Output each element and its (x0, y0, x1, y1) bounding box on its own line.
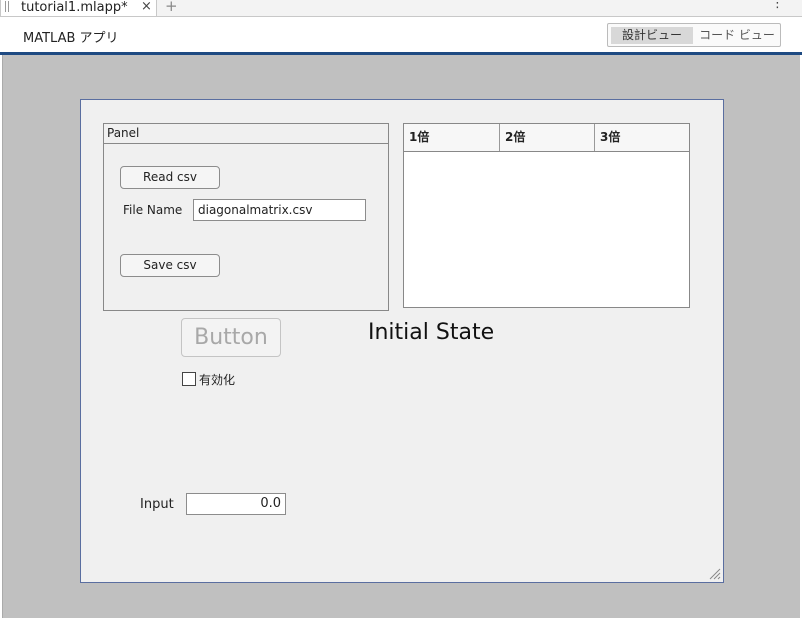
file-name-field[interactable]: diagonalmatrix.csv (193, 199, 366, 221)
more-options-icon[interactable]: ⋮ (771, 0, 784, 11)
tab-tutorial1[interactable]: tutorial1.mlapp* × (0, 0, 157, 17)
file-name-label: File Name (123, 203, 183, 217)
code-view-button[interactable]: コード ビュー (695, 27, 779, 44)
tab-grip-icon (5, 1, 9, 12)
table-header: 1倍 2倍 3倍 (404, 124, 689, 152)
read-csv-button[interactable]: Read csv (120, 166, 220, 189)
resize-grip-icon[interactable] (707, 566, 721, 580)
input-field[interactable]: 0.0 (186, 493, 286, 515)
tab-title: tutorial1.mlapp* (21, 0, 128, 15)
design-view-button[interactable]: 設計ビュー (611, 27, 693, 44)
tab-strip: tutorial1.mlapp* × + ⋮ (0, 0, 802, 17)
add-tab-icon[interactable]: + (165, 0, 178, 14)
input-label: Input (140, 497, 174, 512)
close-icon[interactable]: × (141, 0, 152, 14)
app-title: MATLAB アプリ (23, 31, 119, 46)
panel-title: Panel (104, 124, 388, 144)
main-button[interactable]: Button (181, 318, 281, 357)
table-column-header[interactable]: 2倍 (500, 124, 595, 151)
save-csv-button[interactable]: Save csv (120, 254, 220, 277)
view-toggle: 設計ビュー コード ビュー (607, 23, 781, 47)
data-table[interactable]: 1倍 2倍 3倍 (403, 123, 690, 308)
enable-checkbox[interactable] (182, 372, 196, 386)
app-header: MATLAB アプリ 設計ビュー コード ビュー (0, 16, 802, 52)
table-column-header[interactable]: 3倍 (595, 124, 690, 151)
enable-checkbox-label: 有効化 (199, 373, 236, 387)
table-column-header[interactable]: 1倍 (404, 124, 500, 151)
state-label: Initial State (368, 320, 495, 345)
